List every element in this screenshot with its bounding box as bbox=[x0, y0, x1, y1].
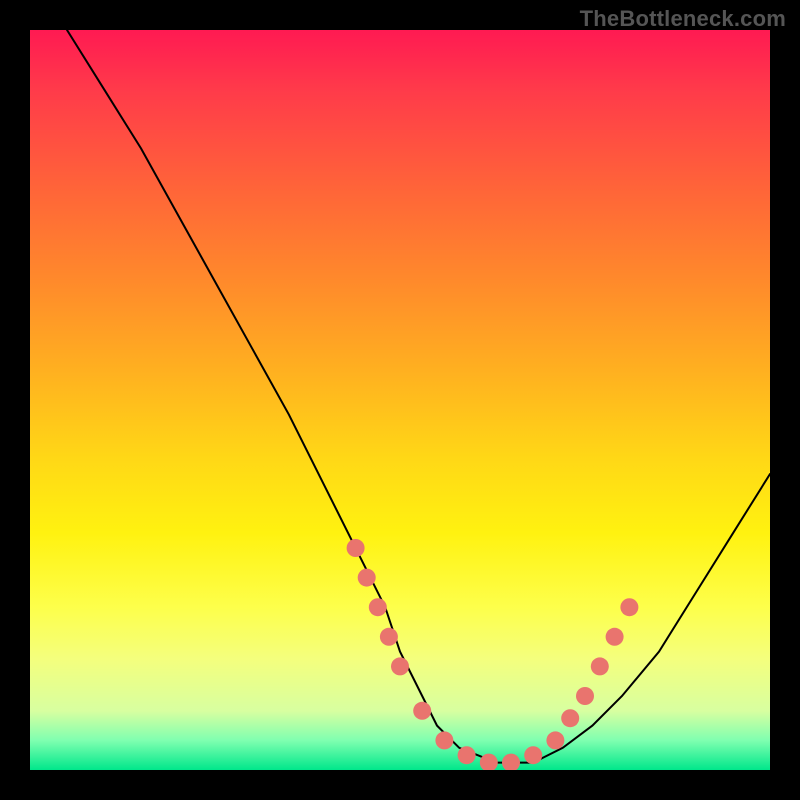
curve-marker bbox=[391, 657, 409, 675]
curve-marker bbox=[561, 709, 579, 727]
bottleneck-curve bbox=[67, 30, 770, 763]
marker-group bbox=[347, 539, 639, 770]
curve-marker bbox=[435, 731, 453, 749]
curve-marker bbox=[606, 628, 624, 646]
curve-marker bbox=[524, 746, 542, 764]
curve-marker bbox=[546, 731, 564, 749]
curve-marker bbox=[458, 746, 476, 764]
curve-marker bbox=[358, 569, 376, 587]
curve-marker bbox=[413, 702, 431, 720]
curve-marker bbox=[620, 598, 638, 616]
curve-marker bbox=[347, 539, 365, 557]
watermark-text: TheBottleneck.com bbox=[580, 6, 786, 32]
curve-marker bbox=[502, 754, 520, 770]
curve-layer bbox=[30, 30, 770, 770]
chart-stage: TheBottleneck.com bbox=[0, 0, 800, 800]
curve-marker bbox=[576, 687, 594, 705]
curve-marker bbox=[591, 657, 609, 675]
curve-marker bbox=[369, 598, 387, 616]
curve-marker bbox=[380, 628, 398, 646]
